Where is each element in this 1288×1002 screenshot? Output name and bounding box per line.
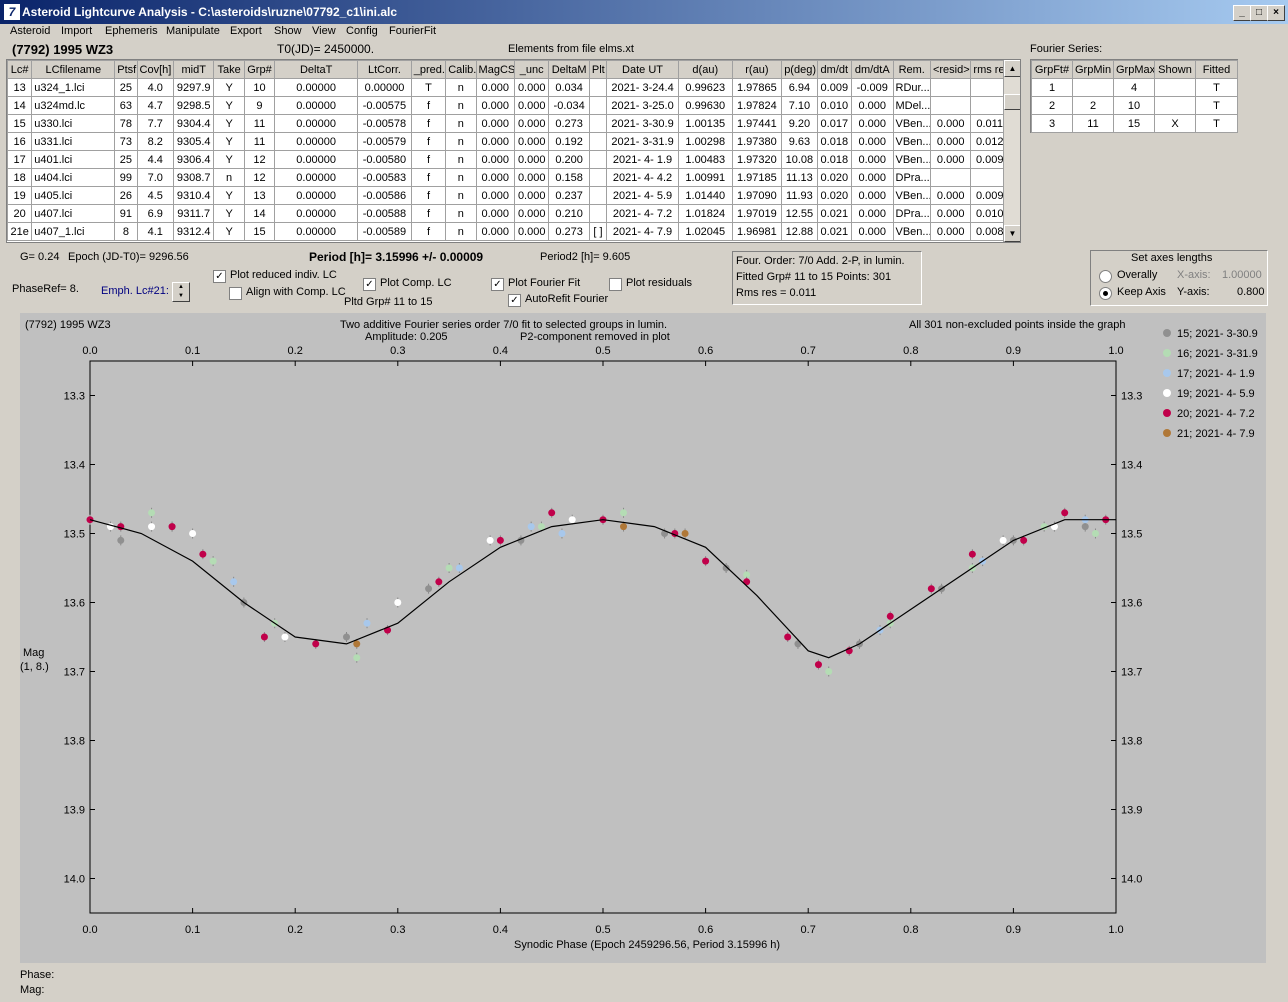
legend-label: 21; 2021- 4- 7.9 bbox=[1177, 428, 1255, 440]
legend-marker bbox=[1163, 429, 1171, 437]
legend-marker bbox=[1163, 349, 1171, 357]
y-tick-label: 13.4 bbox=[64, 460, 85, 472]
x-tick-label: 0.5 bbox=[595, 924, 610, 936]
data-point bbox=[117, 536, 125, 544]
y-tick-label: 13.3 bbox=[1121, 391, 1142, 403]
mag-readout-label: Mag: bbox=[20, 984, 45, 996]
x-tick-label: 0.6 bbox=[698, 924, 713, 936]
data-point bbox=[1061, 509, 1069, 517]
legend-label: 17; 2021- 4- 1.9 bbox=[1177, 368, 1255, 380]
y-tick-label: 13.8 bbox=[1121, 736, 1142, 748]
data-point bbox=[189, 530, 197, 537]
data-point bbox=[702, 557, 710, 565]
data-point bbox=[425, 585, 433, 593]
data-point bbox=[620, 509, 628, 517]
y-tick-label: 13.5 bbox=[64, 529, 85, 541]
x-tick-label: 0.4 bbox=[493, 924, 508, 936]
x-tick-label: 0.6 bbox=[698, 345, 713, 357]
lightcurve-chart: 0.0 0.0 0.1 0.1 0.2 0.2 0.3 0.3 0.4 0.4 0.5 0.5 0.6 0… bbox=[64, 328, 1258, 936]
data-point bbox=[363, 619, 371, 627]
data-point bbox=[927, 585, 935, 593]
y-tick-label: 13.3 bbox=[64, 391, 85, 403]
data-point bbox=[230, 578, 238, 586]
x-tick-label: 0.9 bbox=[1006, 345, 1021, 357]
legend-marker bbox=[1163, 369, 1171, 377]
data-point bbox=[825, 668, 833, 675]
phase-readout-label: Phase: bbox=[20, 969, 55, 981]
x-tick-label: 1.0 bbox=[1108, 924, 1123, 936]
x-tick-label: 0.2 bbox=[288, 345, 303, 357]
data-point bbox=[999, 536, 1007, 544]
data-point bbox=[537, 523, 545, 531]
y-tick-label: 13.5 bbox=[1121, 529, 1142, 541]
data-point bbox=[814, 661, 822, 669]
data-point bbox=[394, 599, 402, 606]
x-tick-label: 0.8 bbox=[903, 924, 918, 936]
data-point bbox=[445, 564, 453, 572]
data-point bbox=[568, 516, 576, 524]
data-point bbox=[794, 640, 802, 648]
plot-area bbox=[89, 360, 1117, 914]
data-point bbox=[343, 633, 350, 641]
y-tick-label: 13.6 bbox=[1121, 598, 1142, 610]
x-tick-label: 0.3 bbox=[390, 345, 405, 357]
x-tick-label: 0.7 bbox=[801, 345, 816, 357]
data-point bbox=[548, 509, 556, 517]
x-tick-label: 0.8 bbox=[903, 345, 918, 357]
x-tick-label: 0.2 bbox=[288, 924, 303, 936]
y-tick-label: 13.9 bbox=[1121, 805, 1142, 817]
x-tick-label: 0.1 bbox=[185, 924, 200, 936]
y-tick-label: 13.7 bbox=[1121, 667, 1142, 679]
data-point bbox=[486, 536, 494, 544]
x-tick-label: 0.0 bbox=[82, 924, 97, 936]
data-point bbox=[558, 530, 566, 537]
data-point bbox=[455, 564, 463, 572]
y-tick-label: 13.8 bbox=[64, 736, 85, 748]
data-point bbox=[620, 523, 628, 531]
data-point bbox=[148, 523, 156, 531]
data-point bbox=[784, 633, 792, 641]
data-point bbox=[496, 536, 504, 544]
x-tick-label: 0.4 bbox=[493, 345, 508, 357]
data-point bbox=[353, 654, 361, 662]
legend-marker bbox=[1163, 329, 1171, 337]
x-tick-label: 0.5 bbox=[595, 345, 610, 357]
data-point bbox=[260, 633, 268, 641]
data-point bbox=[1091, 530, 1099, 537]
legend-label: 15; 2021- 3-30.9 bbox=[1177, 328, 1258, 340]
x-tick-label: 0.1 bbox=[185, 345, 200, 357]
data-point bbox=[1020, 536, 1028, 544]
data-point bbox=[312, 640, 320, 648]
legend-label: 19; 2021- 4- 5.9 bbox=[1177, 388, 1255, 400]
data-point bbox=[209, 557, 217, 565]
x-tick-label: 0.0 bbox=[82, 345, 97, 357]
data-point bbox=[199, 550, 207, 558]
data-point bbox=[148, 509, 156, 517]
x-tick-label: 0.7 bbox=[801, 924, 816, 936]
data-point bbox=[435, 578, 443, 586]
x-tick-label: 1.0 bbox=[1108, 345, 1123, 357]
x-tick-label: 0.3 bbox=[390, 924, 405, 936]
legend-label: 20; 2021- 4- 7.2 bbox=[1177, 408, 1255, 420]
y-tick-label: 13.4 bbox=[1121, 460, 1142, 472]
data-point bbox=[681, 530, 689, 537]
legend-label: 16; 2021- 3-31.9 bbox=[1177, 348, 1258, 360]
y-tick-label: 14.0 bbox=[1121, 874, 1142, 886]
y-tick-label: 13.9 bbox=[64, 805, 85, 817]
data-point bbox=[722, 564, 730, 572]
data-point bbox=[968, 550, 976, 558]
data-point bbox=[886, 612, 894, 620]
data-point bbox=[281, 633, 289, 641]
data-point bbox=[527, 523, 535, 531]
legend-marker bbox=[1163, 389, 1171, 397]
x-tick-label: 0.9 bbox=[1006, 924, 1021, 936]
y-tick-label: 13.7 bbox=[64, 667, 85, 679]
data-point bbox=[168, 523, 176, 531]
y-tick-label: 14.0 bbox=[64, 874, 85, 886]
y-tick-label: 13.6 bbox=[64, 598, 85, 610]
data-point bbox=[353, 640, 361, 648]
legend-marker bbox=[1163, 409, 1171, 417]
